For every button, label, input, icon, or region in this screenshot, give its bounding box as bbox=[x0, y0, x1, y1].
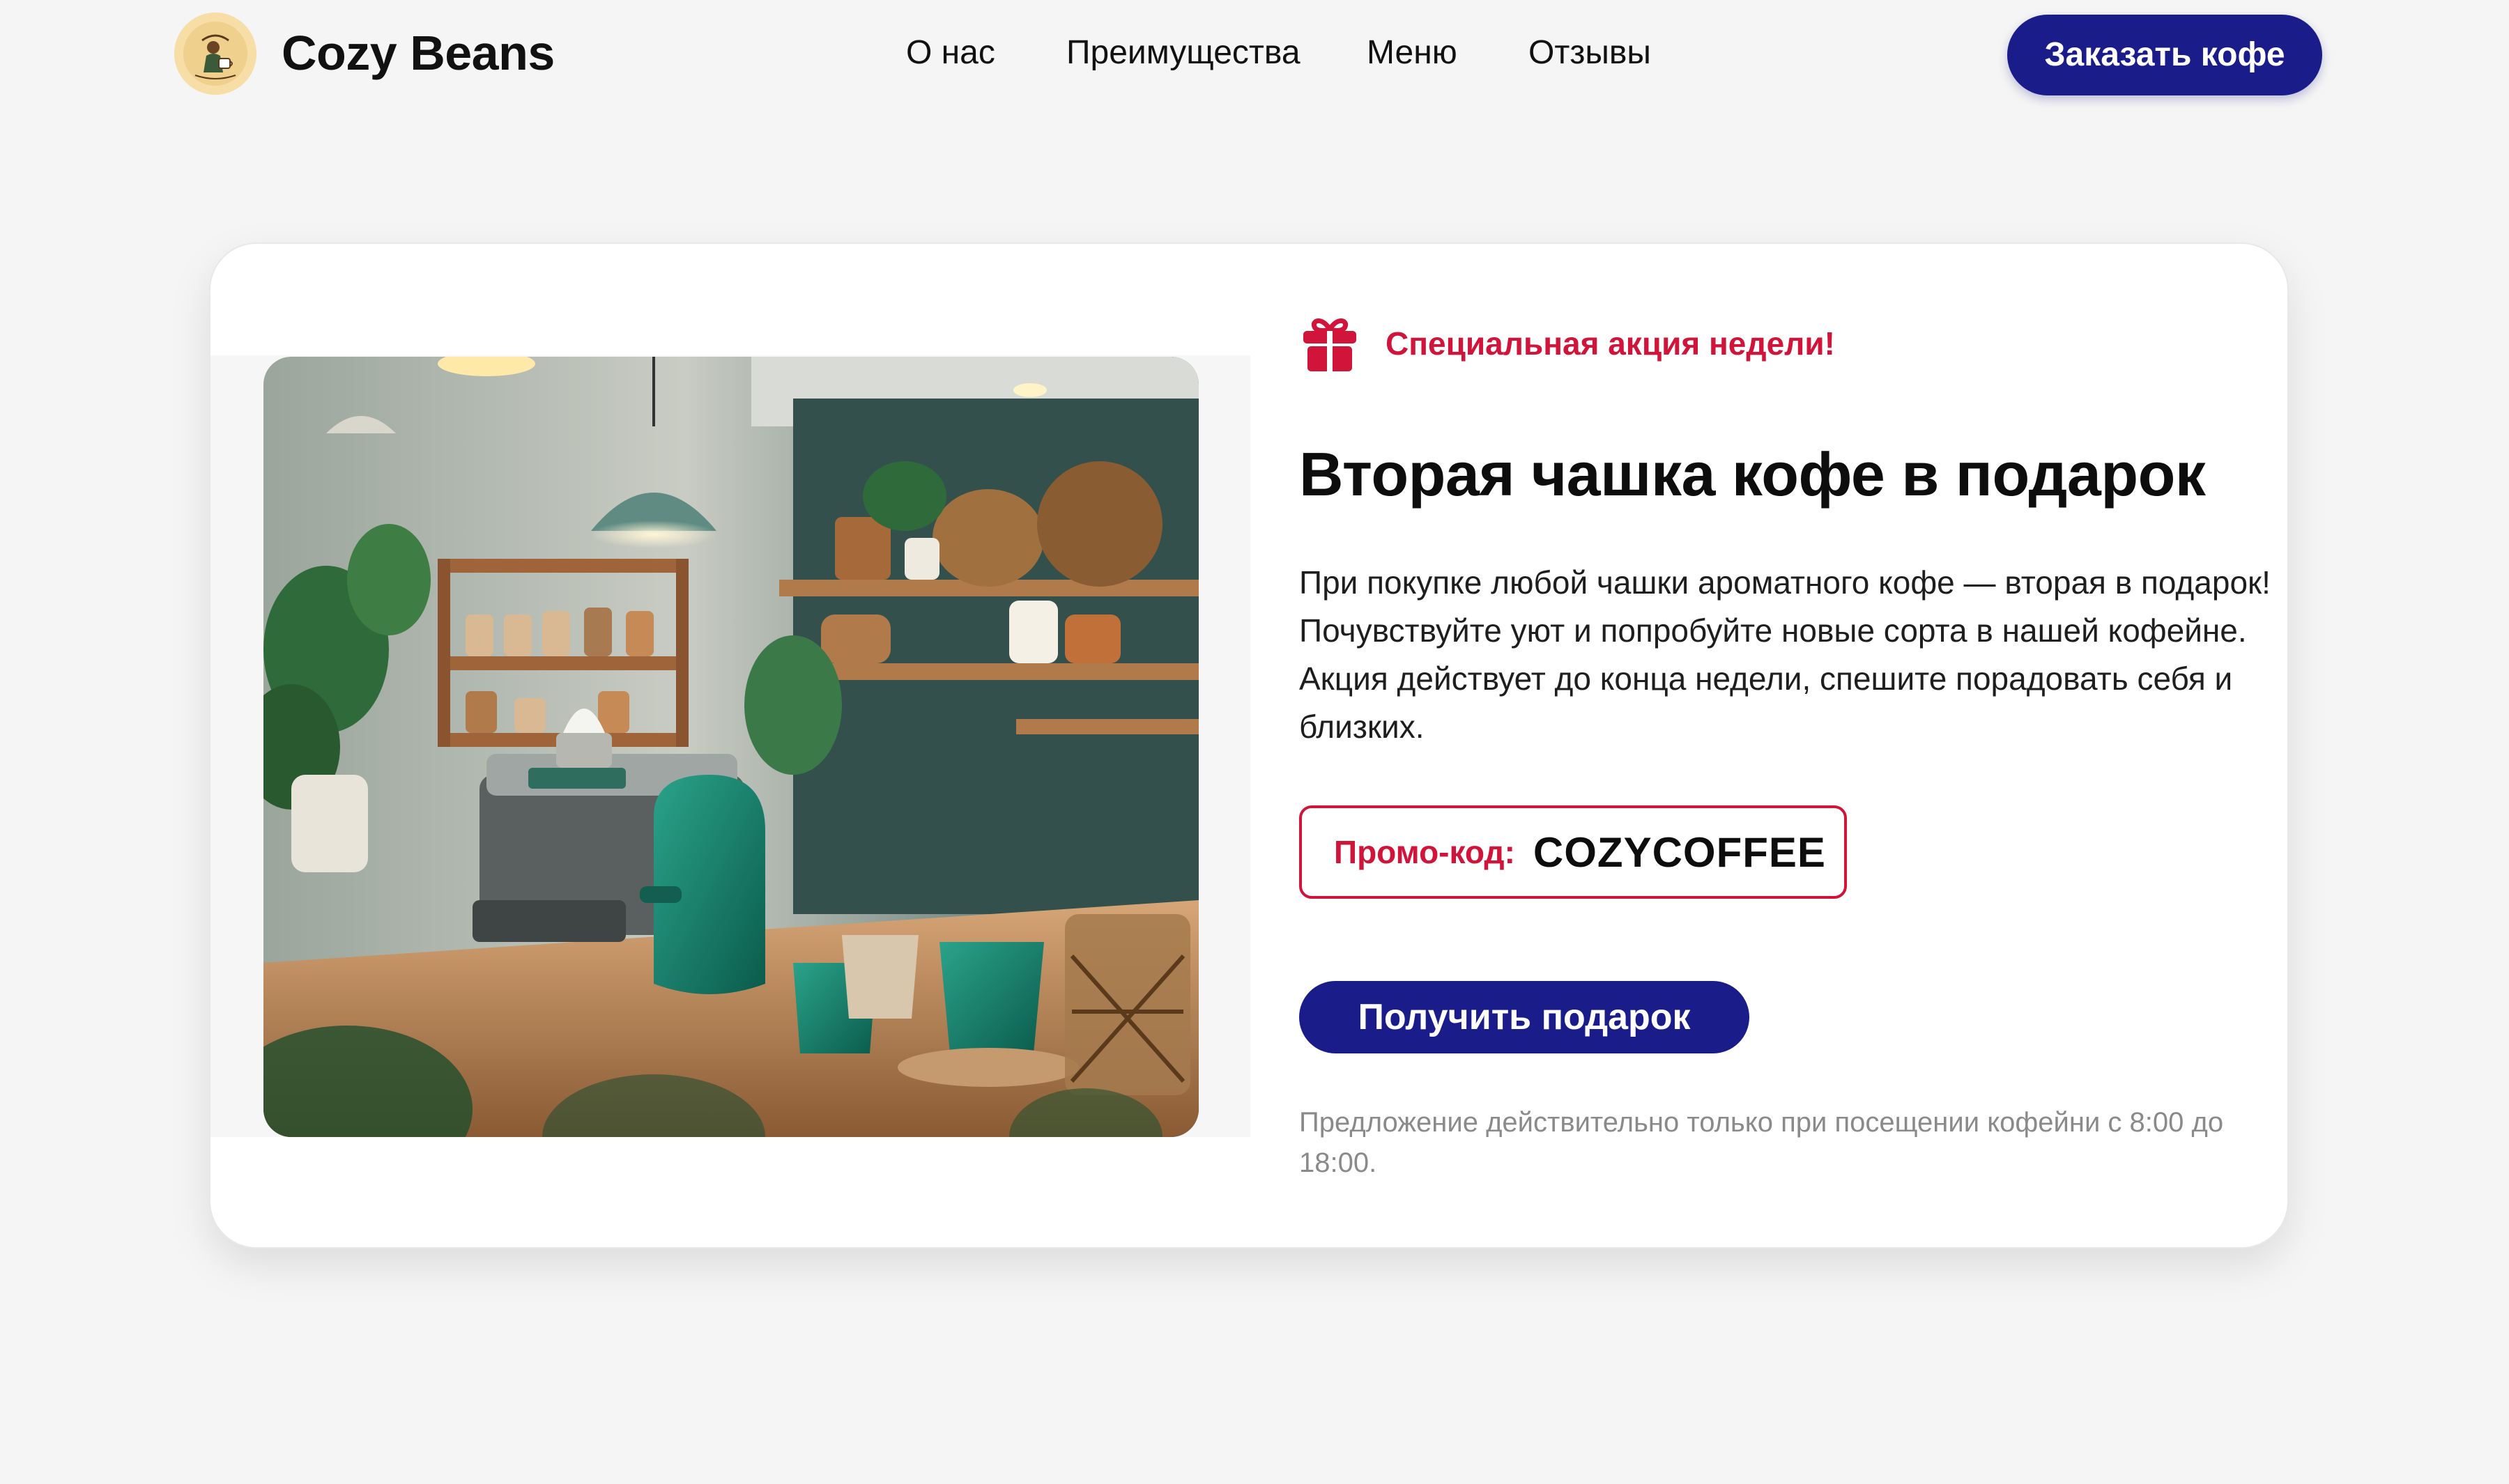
nav-link-benefits[interactable]: Преимущества bbox=[1066, 33, 1300, 72]
promo-title: Вторая чашка кофе в подарок bbox=[1299, 440, 2206, 509]
nav-link-menu[interactable]: Меню bbox=[1367, 33, 1457, 72]
promo-card: Специальная акция недели! Вторая чашка к… bbox=[209, 242, 2289, 1249]
promo-code-box[interactable]: Промо-код: COZYCOFFEE bbox=[1299, 805, 1847, 899]
brand-name[interactable]: Cozy Beans bbox=[282, 25, 555, 81]
coffee-shop-photo bbox=[263, 357, 1199, 1137]
site-header: Cozy Beans О нас Преимущества Меню Отзыв… bbox=[0, 0, 2509, 111]
brand-logo-icon[interactable] bbox=[174, 13, 256, 95]
order-coffee-button[interactable]: Заказать кофе bbox=[2007, 15, 2322, 95]
promo-code-label: Промо-код: bbox=[1334, 834, 1515, 870]
promo-badge: Специальная акция недели! bbox=[1299, 312, 1835, 375]
promo-description: При покупке любой чашки ароматного кофе … bbox=[1299, 564, 2271, 745]
promo-code-value[interactable]: COZYCOFFEE bbox=[1533, 828, 1826, 876]
gift-icon bbox=[1299, 313, 1360, 374]
get-gift-button[interactable]: Получить подарок bbox=[1299, 981, 1749, 1053]
nav-link-about[interactable]: О нас bbox=[906, 33, 995, 72]
nav-link-reviews[interactable]: Отзывы bbox=[1528, 33, 1651, 72]
promo-badge-label: Специальная акция недели! bbox=[1386, 325, 1835, 362]
promo-terms-note: Предложение действительно только при пос… bbox=[1299, 1107, 2224, 1178]
